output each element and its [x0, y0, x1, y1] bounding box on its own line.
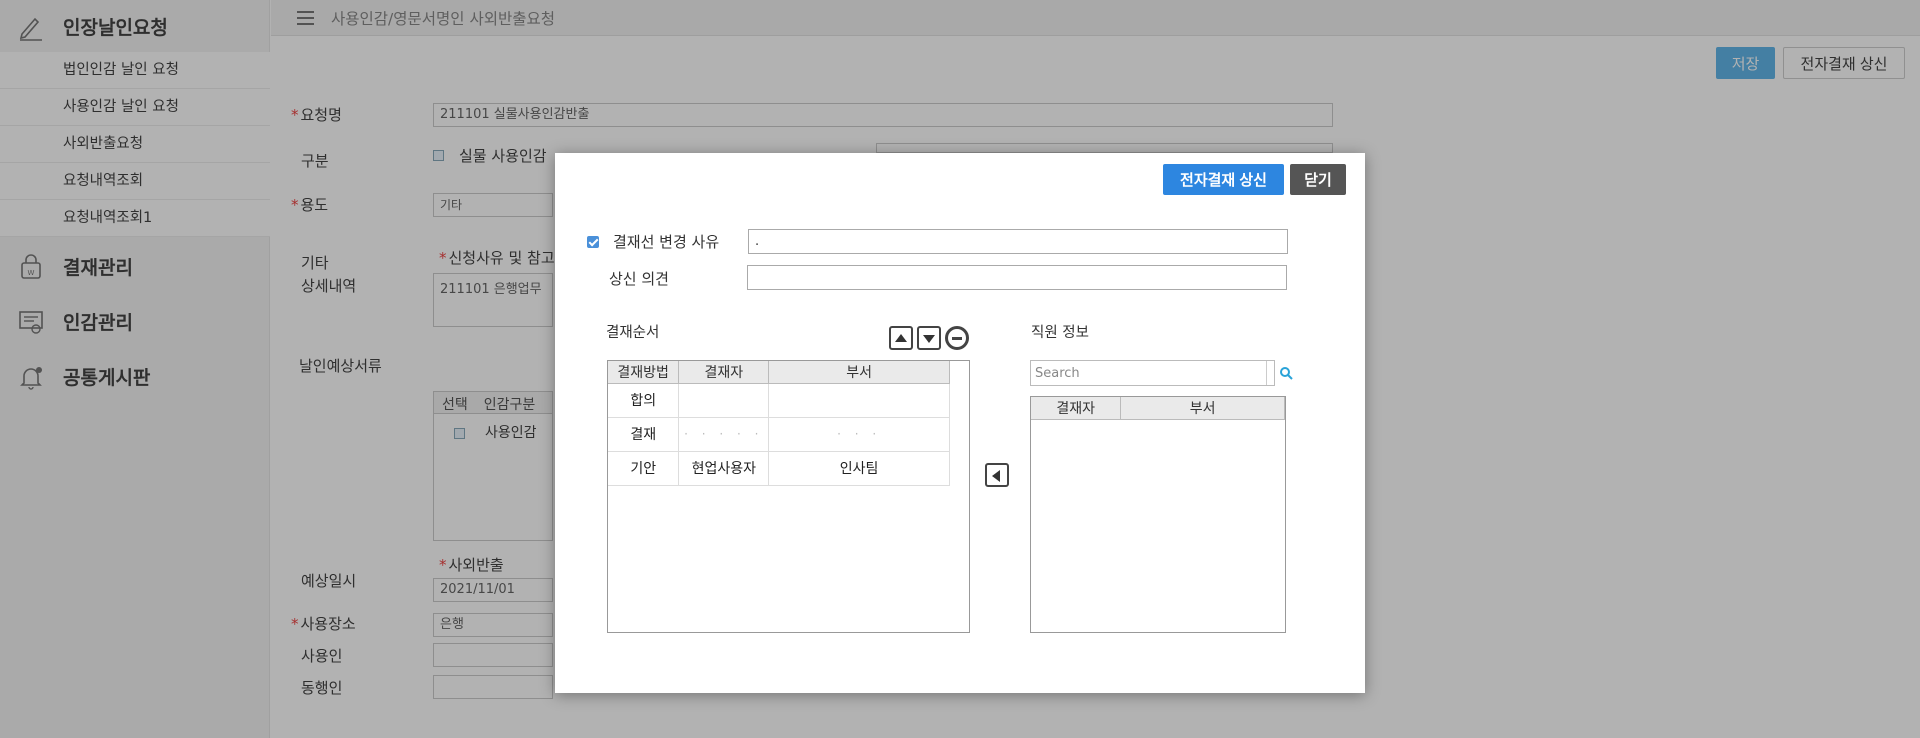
change-reason-label: 결재선 변경 사유	[613, 233, 720, 251]
column-header-method: 결재방법	[608, 361, 680, 384]
opinion-label: 상신 의견	[609, 270, 669, 288]
column-header-approver: 결재자	[1031, 397, 1122, 420]
staff-info-title: 직원 정보	[1031, 325, 1089, 341]
row-approver: · · · · ·	[678, 417, 770, 452]
add-approver-button[interactable]	[985, 463, 1009, 487]
approval-order-title: 결재순서	[606, 325, 660, 341]
approval-modal: 전자결재 상신 닫기 결재선 변경 사유 . 상신 의견 결재순서 결재방법 결…	[555, 153, 1365, 693]
staff-table: 결재자 부서	[1030, 396, 1286, 633]
search-icon[interactable]	[1279, 366, 1293, 380]
move-up-button[interactable]	[889, 326, 913, 350]
row-dept: 인사팀	[768, 451, 950, 486]
column-header-approver: 결재자	[678, 361, 770, 384]
row-dept	[768, 383, 950, 418]
move-down-button[interactable]	[917, 326, 941, 350]
arrow-down-icon	[923, 335, 935, 343]
row-approver	[678, 383, 770, 418]
arrow-left-icon	[992, 470, 1000, 482]
row-dept: · · ·	[768, 417, 950, 452]
modal-approval-submit-button[interactable]: 전자결재 상신	[1163, 164, 1284, 195]
column-header-dept: 부서	[1120, 397, 1285, 420]
change-reason-checkbox[interactable]	[587, 236, 599, 248]
row-method: 결재	[608, 417, 680, 452]
approval-order-table: 결재방법 결재자 부서 합의 결재 · · · · · · · · 기안 현업사…	[607, 360, 970, 633]
row-approver: 현업사용자	[678, 451, 770, 486]
change-reason-input[interactable]: .	[748, 229, 1288, 254]
opinion-input[interactable]	[747, 265, 1287, 290]
arrow-up-icon	[895, 334, 907, 342]
row-method: 기안	[608, 451, 680, 486]
column-header-dept: 부서	[768, 361, 950, 384]
table-row[interactable]: 합의	[608, 383, 950, 418]
table-row[interactable]: 기안 현업사용자 인사팀	[608, 451, 950, 486]
minus-icon	[952, 337, 962, 340]
staff-search	[1030, 360, 1293, 386]
remove-approver-button[interactable]	[945, 326, 969, 350]
staff-search-input[interactable]	[1031, 361, 1267, 385]
row-method: 합의	[608, 383, 680, 418]
table-row[interactable]: 결재 · · · · · · · ·	[608, 417, 950, 452]
modal-close-button[interactable]: 닫기	[1290, 164, 1346, 195]
